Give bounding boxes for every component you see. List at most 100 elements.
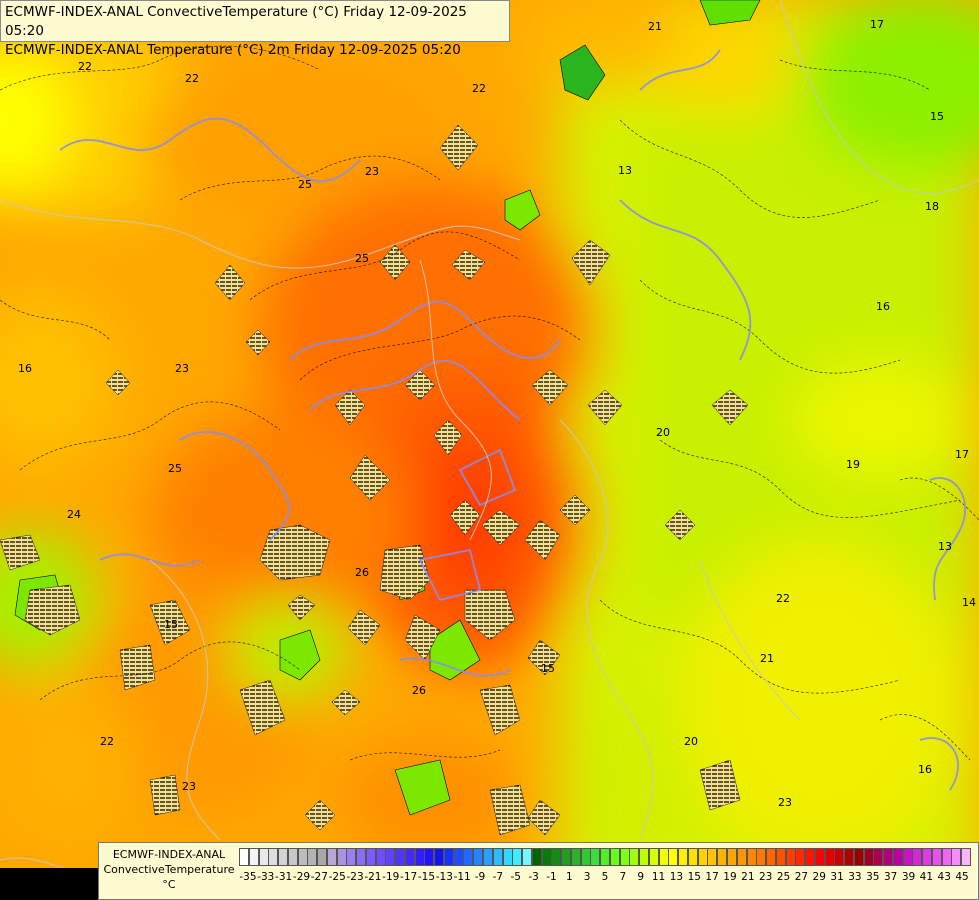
svg-text:13: 13 (938, 540, 952, 553)
legend-tick-label: 21 (741, 871, 755, 883)
legend-swatch (414, 848, 425, 866)
legend-swatch (639, 848, 650, 866)
svg-text:25: 25 (355, 252, 369, 265)
svg-text:22: 22 (78, 60, 92, 73)
legend-tick-label: 25 (776, 871, 791, 883)
legend-swatch (463, 848, 474, 866)
legend-swatch (385, 848, 396, 866)
legend-tick-label: 9 (637, 871, 645, 883)
legend-tick-label: 5 (601, 871, 609, 883)
legend-tick-label: -11 (453, 871, 471, 883)
legend-tick-label: 23 (758, 871, 773, 883)
legend-tick-label: 13 (669, 871, 684, 883)
legend-swatch (512, 848, 523, 866)
legend-swatch (375, 848, 386, 866)
legend-swatch (356, 848, 367, 866)
legend-swatch (756, 848, 767, 866)
legend-swatch (424, 848, 435, 866)
legend-tick-label: 39 (901, 871, 916, 883)
legend-tick-label: 7 (619, 871, 627, 883)
legend-swatch (590, 848, 601, 866)
legend-tick-label: 41 (919, 871, 934, 883)
legend-tick-label: -19 (382, 871, 400, 883)
legend-swatch (258, 848, 269, 866)
legend-tick-label: 35 (866, 871, 880, 883)
legend-tick-label: 43 (937, 871, 951, 883)
legend-swatch (668, 848, 679, 866)
svg-text:25: 25 (168, 462, 182, 475)
legend-swatch (326, 848, 337, 866)
legend-swatch (687, 848, 698, 866)
legend-swatch (844, 848, 855, 866)
svg-text:23: 23 (182, 780, 196, 793)
legend-swatch (707, 848, 718, 866)
svg-text:23: 23 (778, 796, 792, 809)
legend-tick-label: 15 (687, 871, 701, 883)
legend-swatch (541, 848, 552, 866)
legend-tick-label: -3 (528, 871, 539, 883)
svg-text:23: 23 (365, 165, 379, 178)
legend-swatch (307, 848, 318, 866)
legend-swatch (346, 848, 357, 866)
legend-swatch (892, 848, 903, 866)
legend-swatch (580, 848, 591, 866)
legend-swatch (697, 848, 708, 866)
legend-tick-label: 3 (583, 871, 591, 883)
legend-tick-label: 33 (848, 871, 862, 883)
legend-swatch (883, 848, 894, 866)
legend-swatch (453, 848, 464, 866)
legend-tick-label: 27 (794, 871, 809, 883)
svg-text:15: 15 (930, 110, 944, 123)
svg-text:26: 26 (412, 684, 426, 697)
legend-swatch (834, 848, 845, 866)
legend-swatch (814, 848, 825, 866)
legend-swatch (248, 848, 259, 866)
svg-text:13: 13 (618, 164, 632, 177)
legend-tick-label: 37 (883, 871, 898, 883)
legend-swatch (941, 848, 952, 866)
legend-swatch (404, 848, 415, 866)
legend-swatch (443, 848, 454, 866)
legend-swatch (600, 848, 611, 866)
legend-swatch (287, 848, 298, 866)
svg-text:22: 22 (472, 82, 486, 95)
legend-tick-label: 17 (705, 871, 719, 883)
svg-text:24: 24 (67, 508, 81, 521)
legend-tick-label: -9 (474, 871, 486, 883)
legend-swatch (561, 848, 572, 866)
svg-text:15: 15 (164, 618, 178, 631)
legend-swatch (629, 848, 640, 866)
legend-swatch (483, 848, 493, 866)
legend-tick-label: 45 (955, 871, 969, 883)
legend-tick-label: 19 (723, 871, 737, 883)
svg-text:15: 15 (541, 662, 555, 675)
legend-tick-label: -21 (364, 871, 382, 883)
svg-text:20: 20 (684, 735, 698, 748)
legend-swatch (502, 848, 513, 866)
legend-swatch (365, 848, 376, 866)
legend-tick-label: 11 (651, 871, 666, 883)
svg-text:21: 21 (648, 20, 662, 33)
legend-swatch (336, 848, 347, 866)
legend-swatch (239, 848, 249, 866)
legend-swatch (619, 848, 630, 866)
legend-swatch (658, 848, 669, 866)
legend-tick-label: -7 (492, 871, 504, 883)
legend-tick-label: -1 (546, 871, 557, 883)
svg-text:21: 21 (760, 652, 774, 665)
legend-tick-label: -31 (275, 871, 293, 883)
svg-text:16: 16 (918, 763, 932, 776)
legend-swatch (795, 848, 806, 866)
legend-swatch (863, 848, 874, 866)
legend-tick-label: -23 (346, 871, 364, 883)
legend-swatch (648, 848, 659, 866)
legend-swatch (395, 848, 406, 866)
legend-swatch (873, 848, 884, 866)
svg-text:17: 17 (955, 448, 969, 461)
legend-swatch (766, 848, 777, 866)
legend-swatch (434, 848, 445, 866)
corner-fill (0, 868, 98, 900)
legend-tick-label: -15 (417, 871, 436, 883)
legend-tick-label: -17 (400, 871, 418, 883)
legend-tick-label: 1 (565, 871, 573, 883)
